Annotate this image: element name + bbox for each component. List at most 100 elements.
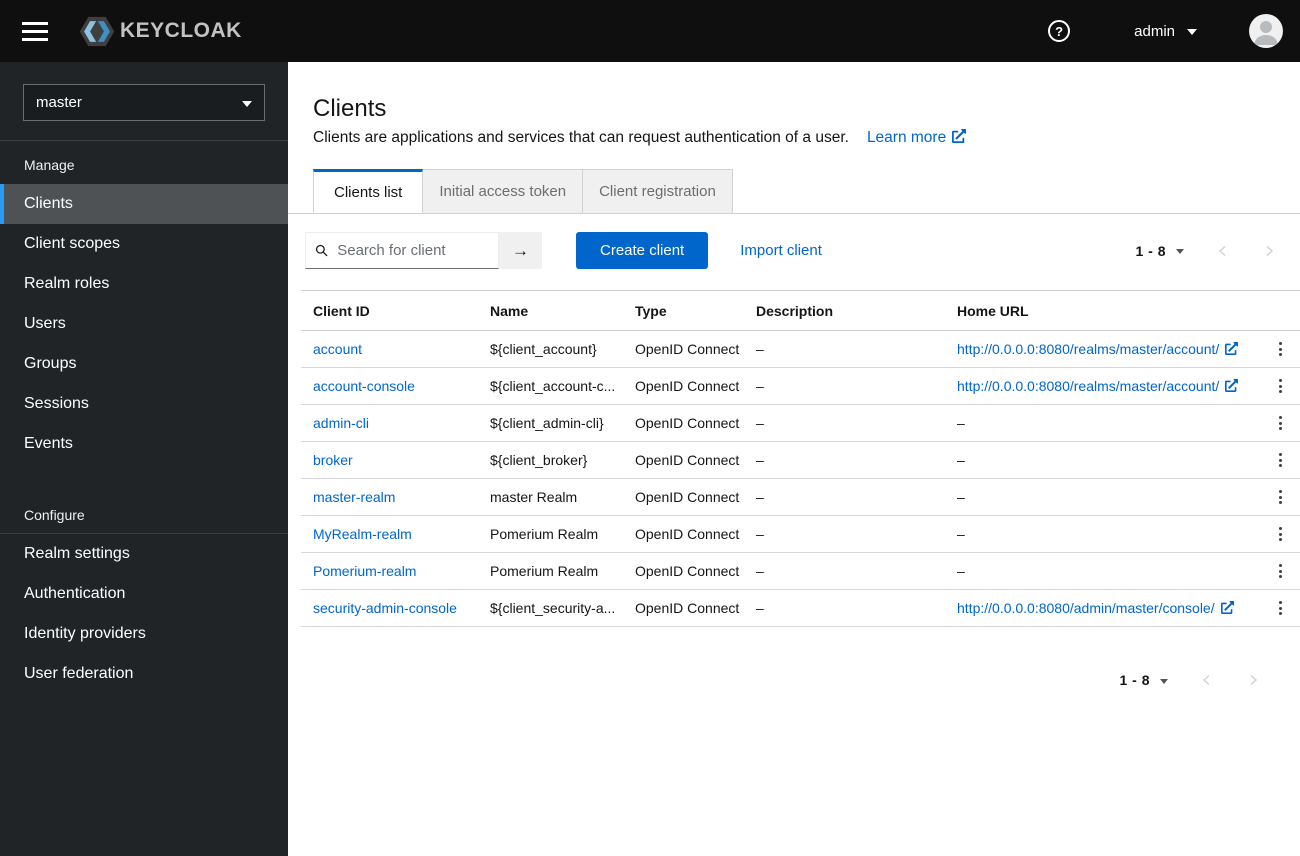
learn-more-link[interactable]: Learn more (867, 129, 967, 146)
client-name: Pomerium Realm (478, 515, 623, 553)
client-id-link[interactable]: account (313, 341, 362, 357)
client-description: – (744, 330, 945, 368)
sidebar-item-groups[interactable]: Groups (0, 344, 288, 384)
home-url-link[interactable]: http://0.0.0.0:8080/admin/master/console… (957, 600, 1234, 616)
menu-toggle-button[interactable] (22, 16, 48, 47)
kebab-menu-button[interactable] (1271, 373, 1290, 399)
client-name: ${client_security-a... (478, 589, 623, 627)
clients-table: Client ID Name Type Description Home URL… (301, 290, 1300, 627)
client-description: – (744, 367, 945, 405)
home-url-link[interactable]: http://0.0.0.0:8080/realms/master/accoun… (957, 341, 1239, 357)
import-client-link[interactable]: Import client (740, 242, 822, 259)
client-id-link[interactable]: admin-cli (313, 415, 369, 431)
table-row: broker ${client_broker} OpenID Connect –… (301, 441, 1300, 479)
table-row: MyRealm-realm Pomerium Realm OpenID Conn… (301, 515, 1300, 553)
client-type: OpenID Connect (623, 404, 744, 442)
external-link-icon (1225, 342, 1239, 355)
previous-page-button[interactable] (1216, 244, 1230, 258)
client-id-link[interactable]: account-console (313, 378, 415, 394)
client-id-link[interactable]: master-realm (313, 489, 395, 505)
keycloak-logo[interactable]: KEYCLOAK (78, 15, 242, 48)
sidebar: master Manage Clients Client scopes Real… (0, 62, 288, 856)
configure-nav-list: Realm settings Authentication Identity p… (0, 534, 288, 694)
client-id-link[interactable]: Pomerium-realm (313, 563, 416, 579)
pagination-options-toggle[interactable] (1176, 249, 1184, 254)
sidebar-item-users[interactable]: Users (0, 304, 288, 344)
kebab-menu-button[interactable] (1271, 558, 1290, 584)
column-name: Name (478, 290, 623, 331)
user-icon (1254, 21, 1278, 45)
sidebar-item-events[interactable]: Events (0, 424, 288, 464)
sidebar-item-sessions[interactable]: Sessions (0, 384, 288, 424)
kebab-menu-button[interactable] (1271, 521, 1290, 547)
client-description: – (744, 552, 945, 590)
kebab-menu-button[interactable] (1271, 410, 1290, 436)
pagination-range: 1 - 8 (1135, 242, 1166, 259)
chevron-right-icon (1250, 674, 1258, 686)
search-box (305, 232, 499, 269)
client-description: – (744, 589, 945, 627)
realm-selector-dropdown[interactable]: master (23, 84, 265, 121)
nav-section-configure: Configure (24, 507, 85, 523)
keycloak-admin-console: KEYCLOAK ? admin master Manage Clients C… (0, 0, 1300, 856)
table-row: account ${client_account} OpenID Connect… (301, 330, 1300, 368)
tab-initial-access-token[interactable]: Initial access token (423, 169, 584, 213)
pagination-bottom-wrapper: 1 - 8 (288, 672, 1300, 688)
top-bar: KEYCLOAK ? admin (0, 0, 1300, 62)
manage-nav-list: Clients Client scopes Realm roles Users … (0, 184, 288, 464)
search-submit-button[interactable]: → (499, 232, 542, 269)
sidebar-item-identity-providers[interactable]: Identity providers (0, 614, 288, 654)
client-type: OpenID Connect (623, 589, 744, 627)
next-page-button[interactable] (1262, 244, 1276, 258)
client-id-link[interactable]: MyRealm-realm (313, 526, 412, 542)
help-button[interactable]: ? (1042, 19, 1076, 43)
table-row: admin-cli ${client_admin-cli} OpenID Con… (301, 404, 1300, 442)
pagination-bottom: 1 - 8 (1119, 672, 1260, 688)
home-url-link[interactable]: http://0.0.0.0:8080/realms/master/accoun… (957, 378, 1239, 394)
nav-section-manage: Manage (24, 157, 75, 173)
search-icon (315, 244, 328, 257)
external-link-icon (1225, 379, 1239, 392)
sidebar-item-client-scopes[interactable]: Client scopes (0, 224, 288, 264)
tab-client-registration[interactable]: Client registration (583, 169, 733, 213)
kebab-menu-button[interactable] (1271, 595, 1290, 621)
sidebar-item-authentication[interactable]: Authentication (0, 574, 288, 614)
client-id-link[interactable]: broker (313, 452, 353, 468)
search-input[interactable] (335, 241, 489, 260)
table-row: account-console ${client_account-c... Op… (301, 367, 1300, 405)
table-row: security-admin-console ${client_security… (301, 589, 1300, 627)
sidebar-item-user-federation[interactable]: User federation (0, 654, 288, 694)
client-name: ${client_account} (478, 330, 623, 368)
column-type: Type (623, 290, 744, 331)
sidebar-item-realm-roles[interactable]: Realm roles (0, 264, 288, 304)
client-home-url: – (945, 404, 1260, 442)
brand-text: KEYCLOAK (120, 19, 242, 42)
client-type: OpenID Connect (623, 367, 744, 405)
pagination-top: 1 - 8 (1135, 243, 1284, 259)
table-row: Pomerium-realm Pomerium Realm OpenID Con… (301, 552, 1300, 590)
client-home-url: – (945, 552, 1260, 590)
arrow-right-icon: → (512, 240, 529, 260)
avatar[interactable] (1249, 14, 1283, 48)
client-id-link[interactable]: security-admin-console (313, 600, 457, 616)
client-type: OpenID Connect (623, 478, 744, 516)
kebab-menu-button[interactable] (1271, 484, 1290, 510)
next-page-button[interactable] (1246, 673, 1260, 687)
tab-spacer (288, 169, 313, 213)
chevron-right-icon (1266, 245, 1274, 256)
pagination-options-toggle[interactable] (1160, 678, 1168, 684)
sidebar-item-realm-settings[interactable]: Realm settings (0, 534, 288, 574)
client-name: ${client_account-c... (478, 367, 623, 405)
kebab-menu-button[interactable] (1271, 336, 1290, 362)
tab-clients-list[interactable]: Clients list (313, 169, 424, 213)
kebab-menu-button[interactable] (1271, 447, 1290, 473)
client-name: master Realm (478, 478, 623, 516)
sidebar-item-clients[interactable]: Clients (0, 184, 288, 224)
client-home-url: – (945, 515, 1260, 553)
column-client-id: Client ID (301, 290, 478, 331)
client-name: Pomerium Realm (478, 552, 623, 590)
previous-page-button[interactable] (1200, 673, 1214, 687)
create-client-button[interactable]: Create client (576, 232, 709, 269)
chevron-down-icon (1187, 29, 1197, 35)
user-menu-dropdown[interactable]: admin (1128, 22, 1203, 41)
